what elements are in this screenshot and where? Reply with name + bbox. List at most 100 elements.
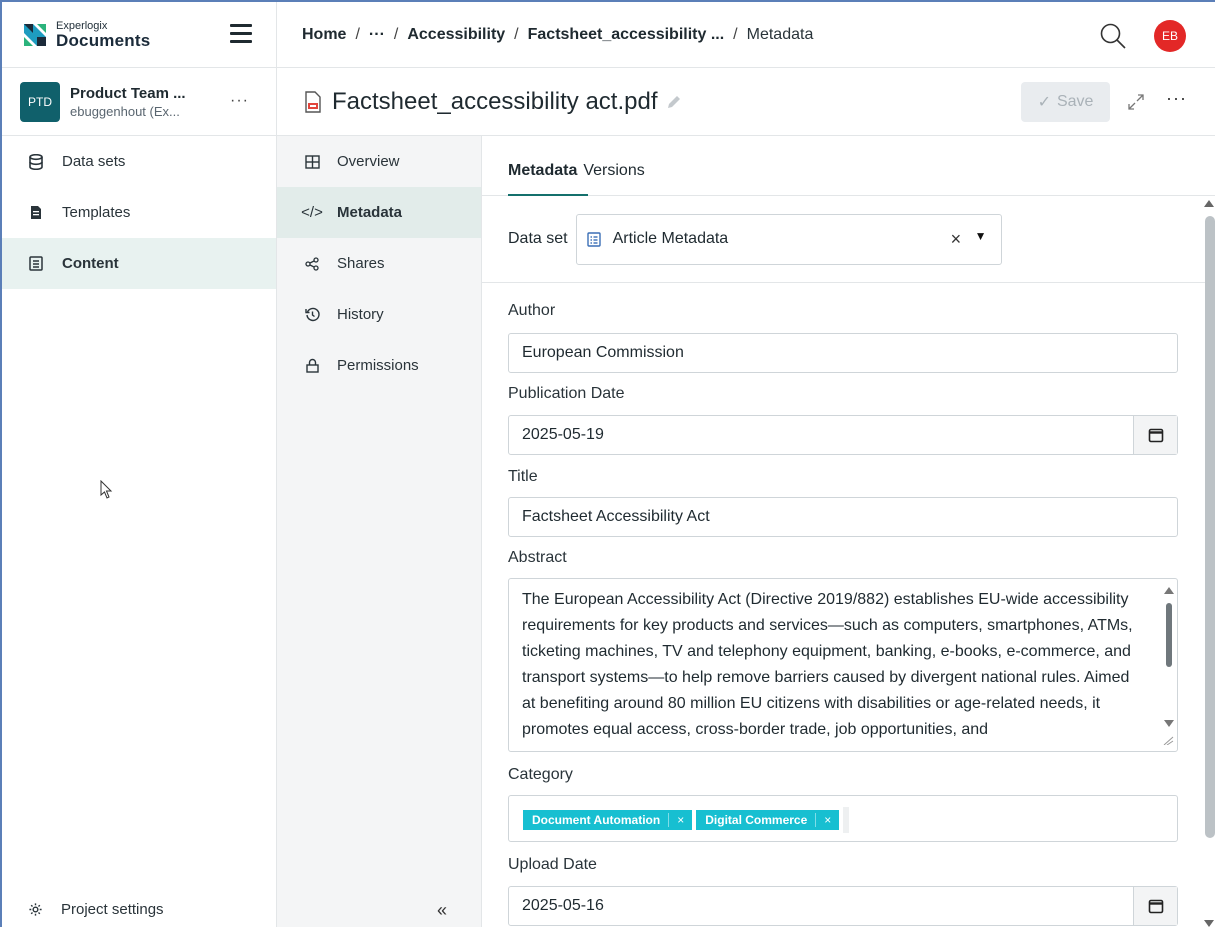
category-label: Category [508,766,573,783]
sidebar-item-project-settings[interactable]: Project settings [2,889,277,927]
dataset-select[interactable]: Article Metadata × ▼ [575,213,1002,265]
upload-date-input[interactable]: 2025-05-16 [508,886,1178,926]
breadcrumb-separator: / [733,25,738,43]
subnav-item-metadata[interactable]: </> Metadata [277,187,481,238]
publication-date-value: 2025-05-19 [522,426,604,443]
user-avatar[interactable]: EB [1154,20,1186,52]
chevron-down-icon[interactable]: ▼ [975,229,987,243]
project-name: Product Team ... [70,84,186,102]
active-tab-indicator [508,194,588,196]
check-icon: ✓ [1037,94,1051,111]
calendar-icon[interactable] [1133,416,1177,454]
sidebar-item-data-sets[interactable]: Data sets [2,136,276,187]
sidebar-item-templates[interactable]: Templates [2,187,276,238]
share-icon [303,256,321,271]
main-scrollbar[interactable] [1202,198,1215,927]
database-icon [28,153,44,170]
experlogix-logo-icon [24,23,46,46]
sidebar-item-label: Templates [62,204,131,221]
breadcrumb-separator: / [393,25,399,43]
logo[interactable]: Experlogix Documents [2,2,276,68]
document-title: Factsheet_accessibility act.pdf [332,87,658,115]
title-value: Factsheet Accessibility Act [522,508,710,525]
author-value: European Commission [522,344,684,361]
breadcrumb-home[interactable]: Home [302,26,346,44]
breadcrumb-separator: / [355,25,360,43]
list-icon [586,231,601,247]
subnav-label: Permissions [337,357,419,374]
lock-icon [303,358,321,373]
dataset-value: Article Metadata [612,230,729,247]
brand-line1: Experlogix [56,19,108,32]
breadcrumb-current: Metadata [746,25,814,43]
document-subnav: Overview </> Metadata Shares History Per… [277,136,482,927]
subnav-item-permissions[interactable]: Permissions [277,340,481,391]
upload-date-label: Upload Date [508,856,597,873]
gear-icon [28,902,43,917]
abstract-scrollbar[interactable] [1163,585,1175,745]
save-button[interactable]: ✓ Save [1021,82,1110,122]
category-chip: Digital Commerce × [696,810,840,830]
author-label: Author [508,302,556,319]
menu-icon[interactable] [230,24,252,44]
content-icon [28,256,44,272]
brand-line2: Documents [56,30,151,50]
tab-bar: Metadata Versions [482,136,1215,196]
breadcrumb-separator: / [514,25,519,43]
subnav-label: Metadata [337,204,403,221]
subnav-item-history[interactable]: History [277,289,481,340]
more-options-icon[interactable]: ··· [1166,88,1187,109]
sidebar-item-content[interactable]: Content [2,238,276,289]
category-chip: Document Automation × [523,810,693,830]
document-icon [28,205,44,221]
abstract-value: The European Accessibility Act (Directiv… [522,591,1133,738]
document-title-bar: Factsheet_accessibility act.pdf ✓ Save ·… [277,68,1215,136]
clear-icon[interactable]: × [951,229,962,250]
project-owner: ebuggenhout (Ex... [70,103,180,119]
subnav-label: History [337,306,384,323]
publication-date-label: Publication Date [508,385,625,402]
subnav-label: Shares [337,255,385,272]
breadcrumb-accessibility[interactable]: Accessibility [407,26,505,44]
scroll-thumb[interactable] [1205,216,1215,838]
subnav-item-overview[interactable]: Overview [277,136,481,187]
breadcrumb-ellipsis[interactable]: ··· [369,26,385,44]
expand-icon[interactable] [1126,92,1146,112]
search-icon[interactable] [1099,22,1127,50]
edit-pencil-icon[interactable] [666,94,682,110]
abstract-label: Abstract [508,549,567,566]
breadcrumb-factsheet[interactable]: Factsheet_accessibility ... [528,26,725,44]
subnav-item-shares[interactable]: Shares [277,238,481,289]
author-input[interactable]: European Commission [508,333,1178,373]
calendar-icon[interactable] [1133,887,1177,925]
mouse-cursor-icon [100,480,113,499]
category-multiselect[interactable]: Document Automation × Digital Commerce × [508,795,1178,842]
chip-label: Digital Commerce [705,813,808,827]
chip-remove-icon[interactable]: × [668,813,692,827]
category-input-area[interactable] [843,807,850,833]
history-icon [303,307,321,322]
chip-label: Document Automation [532,813,661,827]
code-icon: </> [301,204,323,221]
subnav-label: Overview [337,153,400,170]
sidebar-item-label: Data sets [62,153,126,170]
chip-remove-icon[interactable]: × [815,813,839,827]
pdf-file-icon [305,90,321,113]
app-window: Experlogix Documents PTD Product Team ..… [0,0,1215,927]
metadata-panel: Metadata Versions Data set Article Metad… [482,136,1215,927]
upload-date-value: 2025-05-16 [522,897,604,914]
sidebar-item-label: Content [62,255,119,272]
tab-metadata[interactable]: Metadata [508,152,577,180]
save-label: Save [1056,93,1094,110]
sidebar: Experlogix Documents PTD Product Team ..… [2,2,277,927]
grid-icon [303,154,321,169]
project-badge: PTD [20,81,60,122]
dataset-label: Data set [508,230,568,247]
title-input[interactable]: Factsheet Accessibility Act [508,497,1178,537]
collapse-subnav-icon[interactable]: « [437,900,447,921]
abstract-textarea[interactable]: The European Accessibility Act (Directiv… [508,578,1178,752]
project-switcher[interactable]: PTD Product Team ... ebuggenhout (Ex... … [2,68,276,136]
project-more-icon[interactable]: ··· [230,92,249,110]
publication-date-input[interactable]: 2025-05-19 [508,415,1178,455]
tab-versions[interactable]: Versions [583,152,644,180]
